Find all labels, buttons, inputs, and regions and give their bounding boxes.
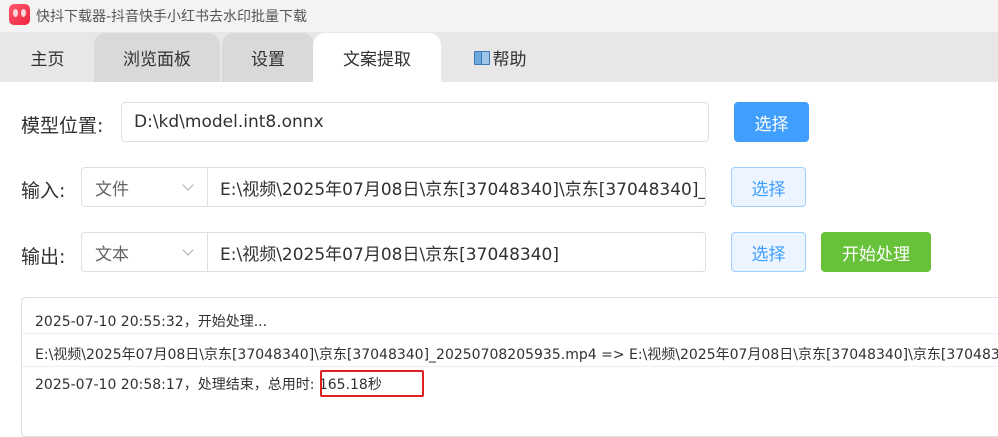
start-processing-label: 开始处理: [842, 244, 910, 265]
input-label: 输入:: [21, 180, 66, 202]
tab-text-extract[interactable]: 文案提取: [313, 33, 441, 82]
output-type-value: 文本: [95, 244, 129, 265]
tab-browse-panel-label: 浏览面板: [123, 50, 191, 70]
model-label: 模型位置:: [21, 115, 104, 137]
log-panel[interactable]: 2025-07-10 20:55:32，开始处理... E:\视频\2025年0…: [21, 297, 998, 437]
input-path-input[interactable]: E:\视频\2025年07月08日\京东[37048340]\京东[370483…: [207, 167, 706, 207]
model-select-label: 选择: [754, 114, 789, 135]
title-bar: 快抖下载器-抖音快手小红书去水印批量下载: [0, 0, 998, 32]
input-select-button[interactable]: 选择: [731, 167, 806, 207]
start-processing-button[interactable]: 开始处理: [821, 232, 931, 272]
tab-home-label: 主页: [30, 50, 65, 70]
output-select-button[interactable]: 选择: [731, 232, 806, 272]
input-type-value: 文件: [95, 179, 129, 200]
tab-bar: 主页 浏览面板 设置 文案提取 帮助: [0, 32, 998, 82]
tab-help[interactable]: 帮助: [455, 33, 545, 82]
book-icon: [473, 51, 490, 65]
output-path-input[interactable]: E:\视频\2025年07月08日\京东[37048340]: [207, 232, 706, 272]
tab-help-label: 帮助: [492, 50, 527, 70]
duration-highlight-box: [320, 370, 424, 397]
app-icon: [9, 4, 30, 25]
model-path-value: D:\kd\model.int8.onnx: [134, 112, 324, 132]
model-path-input[interactable]: D:\kd\model.int8.onnx: [121, 102, 709, 142]
model-select-button[interactable]: 选择: [734, 102, 809, 142]
tab-settings[interactable]: 设置: [222, 33, 314, 82]
tab-home[interactable]: 主页: [0, 33, 95, 82]
log-divider: [22, 366, 998, 367]
input-type-select[interactable]: 文件: [81, 167, 208, 207]
output-select-label: 选择: [751, 244, 786, 265]
tab-text-extract-label: 文案提取: [343, 50, 411, 70]
log-line: 2025-07-10 20:55:32，开始处理...: [35, 314, 268, 330]
output-type-select[interactable]: 文本: [81, 232, 208, 272]
output-path-value: E:\视频\2025年07月08日\京东[37048340]: [220, 244, 559, 265]
window-title: 快抖下载器-抖音快手小红书去水印批量下载: [36, 9, 308, 25]
input-select-label: 选择: [751, 179, 786, 200]
log-divider: [22, 333, 998, 334]
output-label: 输出:: [21, 246, 66, 268]
log-line: E:\视频\2025年07月08日\京东[37048340]\京东[370483…: [35, 347, 998, 363]
input-path-value: E:\视频\2025年07月08日\京东[37048340]\京东[370483…: [220, 179, 706, 200]
chevron-down-icon: [182, 179, 194, 191]
tab-settings-label: 设置: [251, 50, 285, 70]
tab-browse-panel[interactable]: 浏览面板: [94, 33, 220, 82]
chevron-down-icon: [182, 244, 194, 256]
